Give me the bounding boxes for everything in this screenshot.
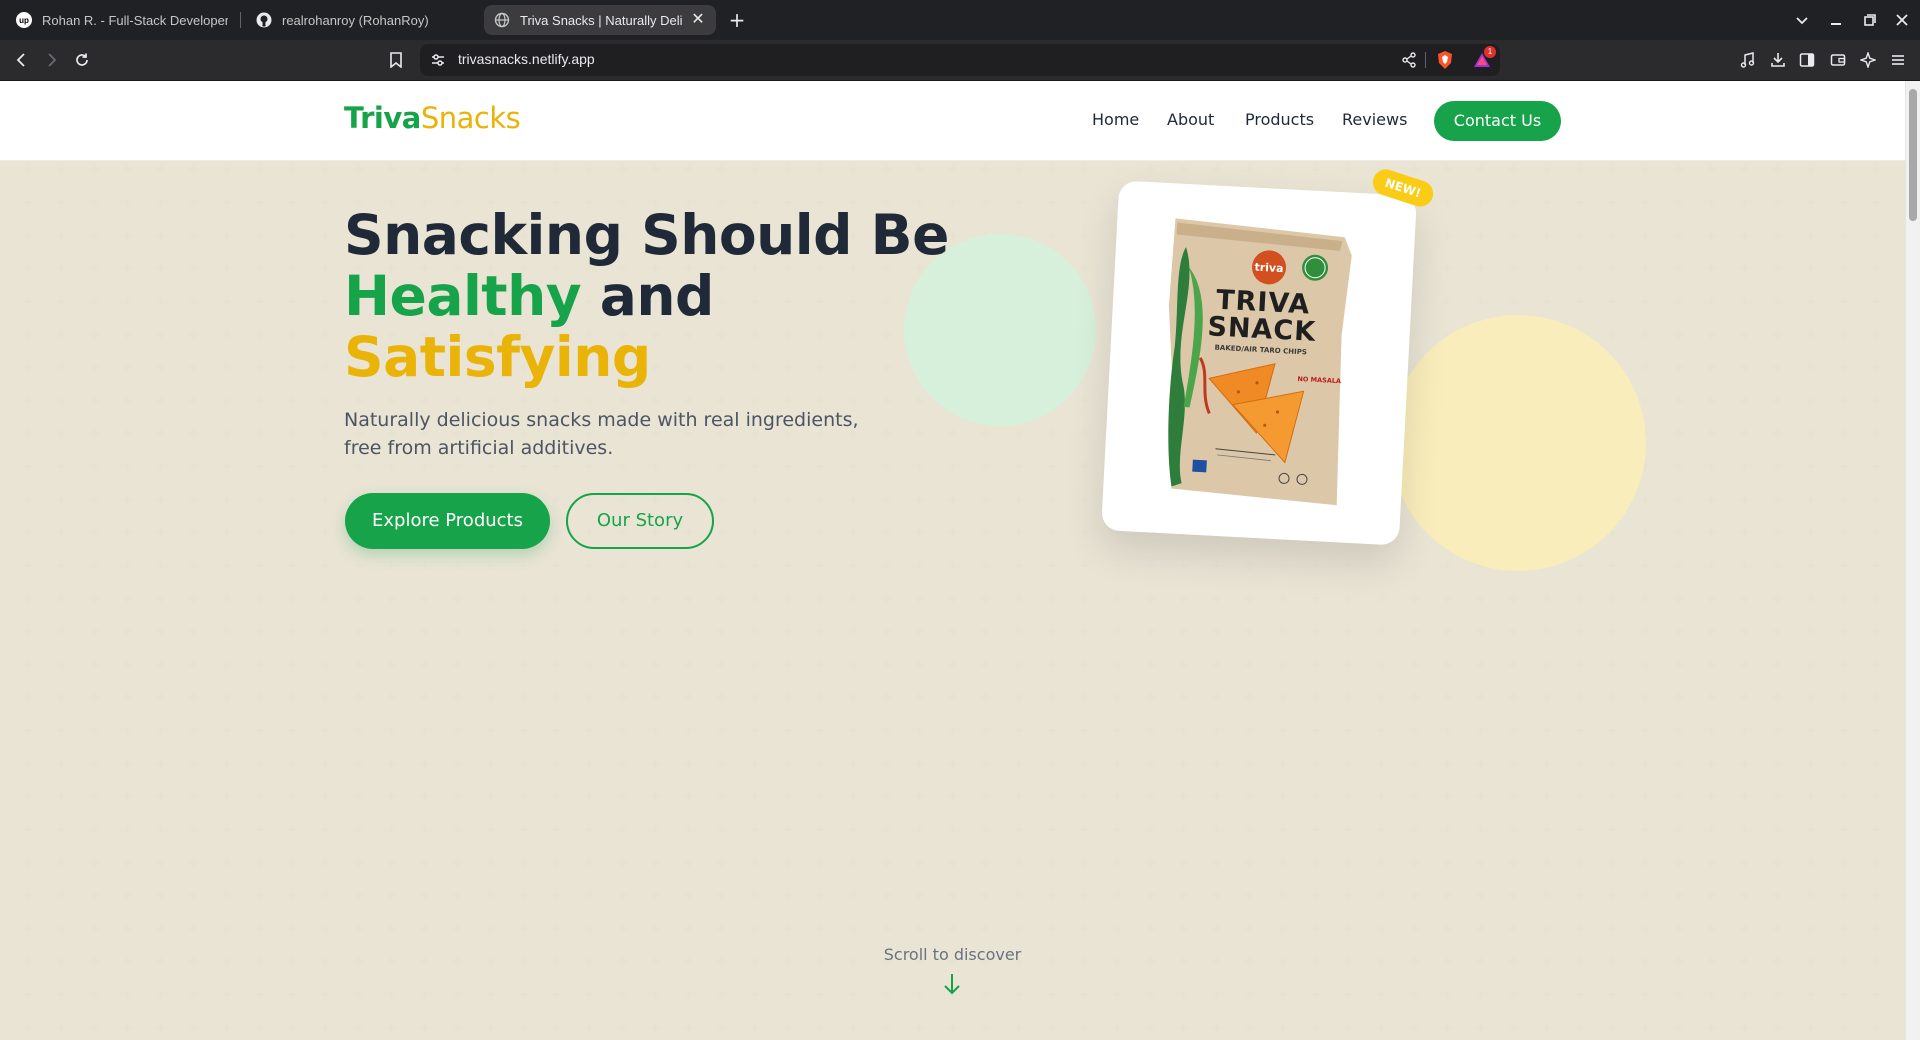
nav-link-home[interactable]: Home [1092,110,1139,129]
bag-brand-logo: triva [1254,261,1284,276]
brave-shields-icon[interactable] [1436,50,1454,74]
close-tab-icon[interactable]: ✕ [688,9,708,31]
upwork-icon: up [16,12,32,28]
browser-tab-triva[interactable]: Triva Snacks | Naturally Delic ✕ [484,5,716,35]
tab-list-chevron-icon[interactable] [1790,8,1814,32]
close-window-icon[interactable] [1890,8,1914,32]
browser-tab-github[interactable]: realrohanroy (RohanRoy) [246,5,478,35]
decorative-green-circle [904,234,1096,426]
headline-healthy: Healthy [344,264,582,328]
tab-title: realrohanroy (RohanRoy) [282,12,429,28]
tab-title: Triva Snacks | Naturally Delic [520,12,682,28]
logo-part-snacks: Snacks [420,101,521,135]
headline-line-1: Snacking Should Be [344,203,949,267]
url-text: trivasnacks.netlify.app [458,51,595,67]
minimize-icon[interactable] [1824,8,1848,32]
logo-part-triva: Triva [344,101,421,135]
github-icon [256,12,272,28]
nav-link-about[interactable]: About [1167,110,1214,129]
tab-separator [240,12,241,28]
reload-icon[interactable] [70,48,94,72]
hero-subtext: Naturally delicious snacks made with rea… [344,409,859,459]
bag-title-line-2: SNACK [1207,311,1317,348]
new-tab-button[interactable]: + [726,6,748,34]
explore-products-button[interactable]: Explore Products [345,493,550,549]
restore-icon[interactable] [1858,8,1882,32]
site-logo[interactable]: TrivaSnacks [344,101,521,135]
leo-ai-icon[interactable] [1856,48,1880,72]
headline-and: and [581,264,715,328]
browser-toolbar: trivasnacks.netlify.app 1 [0,40,1920,81]
decorative-yellow-circle [1390,315,1646,571]
share-icon[interactable] [1401,52,1417,72]
globe-icon [494,12,510,28]
arrow-down-icon[interactable] [942,971,962,997]
page-scrollbar[interactable] [1905,81,1920,1040]
product-bag-image: triva TRIVA SNACK BAKED/AIR TARO CHIPS N… [1168,218,1352,506]
hero-headline: Snacking Should Be Healthy and Satisfyin… [344,205,949,388]
browser-tab-upwork[interactable]: up Rohan R. - Full-Stack Developer ( [6,5,238,35]
contact-us-button[interactable]: Contact Us [1434,101,1561,141]
scrollbar-thumb[interactable] [1909,89,1917,221]
wallet-icon[interactable] [1826,48,1850,72]
bookmark-icon[interactable] [384,48,408,72]
sidebar-toggle-icon[interactable] [1795,48,1819,72]
download-icon[interactable] [1766,48,1790,72]
nav-link-products[interactable]: Products [1245,110,1314,129]
forward-icon[interactable] [39,48,63,72]
media-icon[interactable] [1736,48,1760,72]
headline-satisfying: Satisfying [344,325,651,389]
scroll-hint: Scroll to discover [883,945,1022,964]
site-settings-icon[interactable] [430,52,446,72]
nav-link-reviews[interactable]: Reviews [1342,110,1407,129]
menu-icon[interactable] [1886,48,1910,72]
tab-title: Rohan R. - Full-Stack Developer ( [42,12,228,28]
address-bar[interactable]: trivasnacks.netlify.app 1 [420,44,1500,76]
browser-tab-bar: up Rohan R. - Full-Stack Developer ( rea… [0,0,1920,40]
back-icon[interactable] [10,48,34,72]
divider [1425,52,1426,68]
headline-line-2: Healthy and [344,266,949,327]
rewards-badge: 1 [1484,46,1496,58]
site-header: TrivaSnacks Home About Products Reviews … [0,81,1905,161]
our-story-button[interactable]: Our Story [566,493,714,549]
web-page: TrivaSnacks Home About Products Reviews … [0,81,1905,1040]
